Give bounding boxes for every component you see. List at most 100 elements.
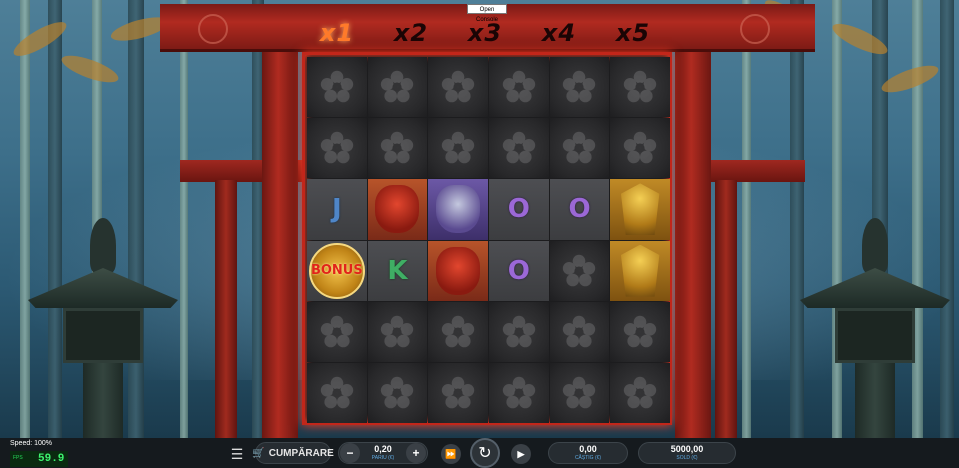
reel-cell — [610, 362, 670, 423]
balance-display: 5000,00 SOLD (€) — [638, 442, 736, 464]
bamboo-leaf — [878, 60, 942, 98]
flower-emblem-icon — [563, 315, 596, 348]
bet-decrease-button[interactable]: − — [340, 443, 360, 463]
flower-emblem-icon — [441, 315, 475, 348]
reel-cell: BONUS — [307, 240, 367, 301]
reel-cell — [367, 118, 428, 179]
turbo-button[interactable]: ⏩ — [440, 442, 462, 466]
flower-emblem-icon — [502, 132, 536, 164]
crest-icon — [198, 14, 228, 44]
reel-cell — [610, 301, 670, 362]
reel-cell — [367, 362, 428, 423]
samurai-helmet-icon — [620, 183, 660, 236]
fps-meter: Speed: 100% FPS 59.9 — [6, 440, 68, 468]
reel-cell — [610, 179, 670, 240]
flower-emblem-icon — [381, 315, 414, 348]
win-label: CÂȘTIG (€) — [574, 455, 602, 461]
reel-cell — [367, 57, 428, 118]
reel-cell: K — [367, 240, 428, 301]
torii-pillar-left — [262, 45, 298, 438]
reel-cell — [428, 179, 488, 240]
reel-cell — [428, 57, 488, 118]
bet-increase-button[interactable]: + — [405, 443, 426, 463]
bamboo-leaf — [58, 50, 122, 88]
samurai-helmet-icon — [620, 244, 660, 297]
flower-emblem-icon — [381, 70, 414, 103]
symbol-j: J — [331, 194, 342, 225]
flower-emblem-icon — [320, 132, 354, 164]
reel-cell — [489, 118, 549, 179]
bet-label: PARIU (€) — [371, 455, 395, 461]
bonus-coin-icon: BONUS — [308, 242, 365, 299]
fps-value: 59.9 — [38, 453, 65, 465]
reel-cell — [549, 57, 610, 118]
balance-value: 5000,00 — [670, 444, 704, 454]
open-console-button[interactable]: Open Console — [467, 4, 507, 23]
buy-feature-button[interactable]: 🛒 CUMPĂRARE — [252, 442, 334, 464]
flower-emblem-icon — [441, 70, 475, 103]
multiplier-x2: x2 — [393, 19, 429, 47]
reel-cell — [307, 301, 367, 362]
plus-icon: + — [412, 446, 420, 460]
reel-cell — [489, 57, 549, 118]
win-value: 0,00 — [579, 444, 597, 454]
symbol-o: O — [507, 194, 530, 225]
multiplier-x1: x1 — [319, 19, 355, 47]
flower-emblem-icon — [502, 70, 536, 103]
reel-cell: O — [549, 179, 610, 240]
reel-cell — [307, 118, 367, 179]
reel-cell — [307, 57, 367, 118]
reel-cell — [367, 301, 428, 362]
reel-cell — [549, 301, 610, 362]
control-bar: Speed: 100% FPS 59.9 ☰ 🛒 CUMPĂRARE − 0,2… — [0, 438, 959, 468]
flower-emblem-icon — [320, 376, 354, 409]
reel-grid: J O O BONUS K O — [307, 57, 670, 423]
flower-emblem-icon — [563, 376, 596, 409]
reel-cell — [428, 362, 488, 423]
flower-emblem-icon — [381, 376, 414, 409]
buy-label: CUMPĂRARE — [268, 447, 334, 459]
torii-pillar-right — [675, 45, 711, 438]
fast-forward-icon: ⏩ — [441, 444, 461, 464]
flower-emblem-icon — [441, 376, 475, 409]
flower-emblem-icon — [623, 132, 657, 164]
game-scene: x1 x2 x3 x4 x5 Open Console J O O BONUS K O — [0, 0, 959, 438]
flower-emblem-icon — [441, 132, 475, 164]
flower-emblem-icon — [502, 315, 536, 348]
oni-mask-icon — [436, 246, 481, 295]
multiplier-x4: x4 — [541, 19, 577, 47]
stone-lantern-left — [28, 198, 178, 438]
reel-cell — [610, 240, 670, 301]
reel-cell — [610, 57, 670, 118]
bet-display: 0,20 PARIU (€) — [372, 445, 394, 461]
flower-emblem-icon — [320, 70, 354, 103]
purple-mask-icon — [436, 185, 481, 234]
flower-emblem-icon — [623, 376, 657, 409]
balance-label: SOLD (€) — [676, 455, 698, 461]
reel-cell — [428, 118, 488, 179]
spin-button[interactable]: ↻ — [470, 438, 500, 468]
flower-emblem-icon — [563, 70, 596, 103]
crest-icon — [740, 14, 770, 44]
flower-emblem-icon — [381, 132, 414, 164]
reel-cell — [367, 179, 428, 240]
reel-cell: O — [489, 240, 549, 301]
reel-cell — [428, 240, 488, 301]
reel-cell — [610, 118, 670, 179]
symbol-o: O — [568, 194, 591, 225]
cart-icon: 🛒 — [252, 447, 265, 459]
reel-cell — [549, 240, 610, 301]
reel-cell — [428, 301, 488, 362]
autoplay-button[interactable]: ▶ — [510, 442, 532, 466]
refresh-icon: ↻ — [478, 445, 492, 462]
symbol-o: O — [507, 255, 530, 286]
win-display: 0,00 CÂȘTIG (€) — [548, 442, 628, 464]
flower-emblem-icon — [563, 254, 596, 286]
menu-button[interactable]: ☰ — [226, 442, 248, 466]
reel-cell — [549, 118, 610, 179]
reel-cell: J — [307, 179, 367, 240]
fox-mask-icon — [375, 185, 420, 234]
stone-lantern-right — [800, 198, 950, 438]
reel-cell — [549, 362, 610, 423]
flower-emblem-icon — [623, 315, 657, 348]
